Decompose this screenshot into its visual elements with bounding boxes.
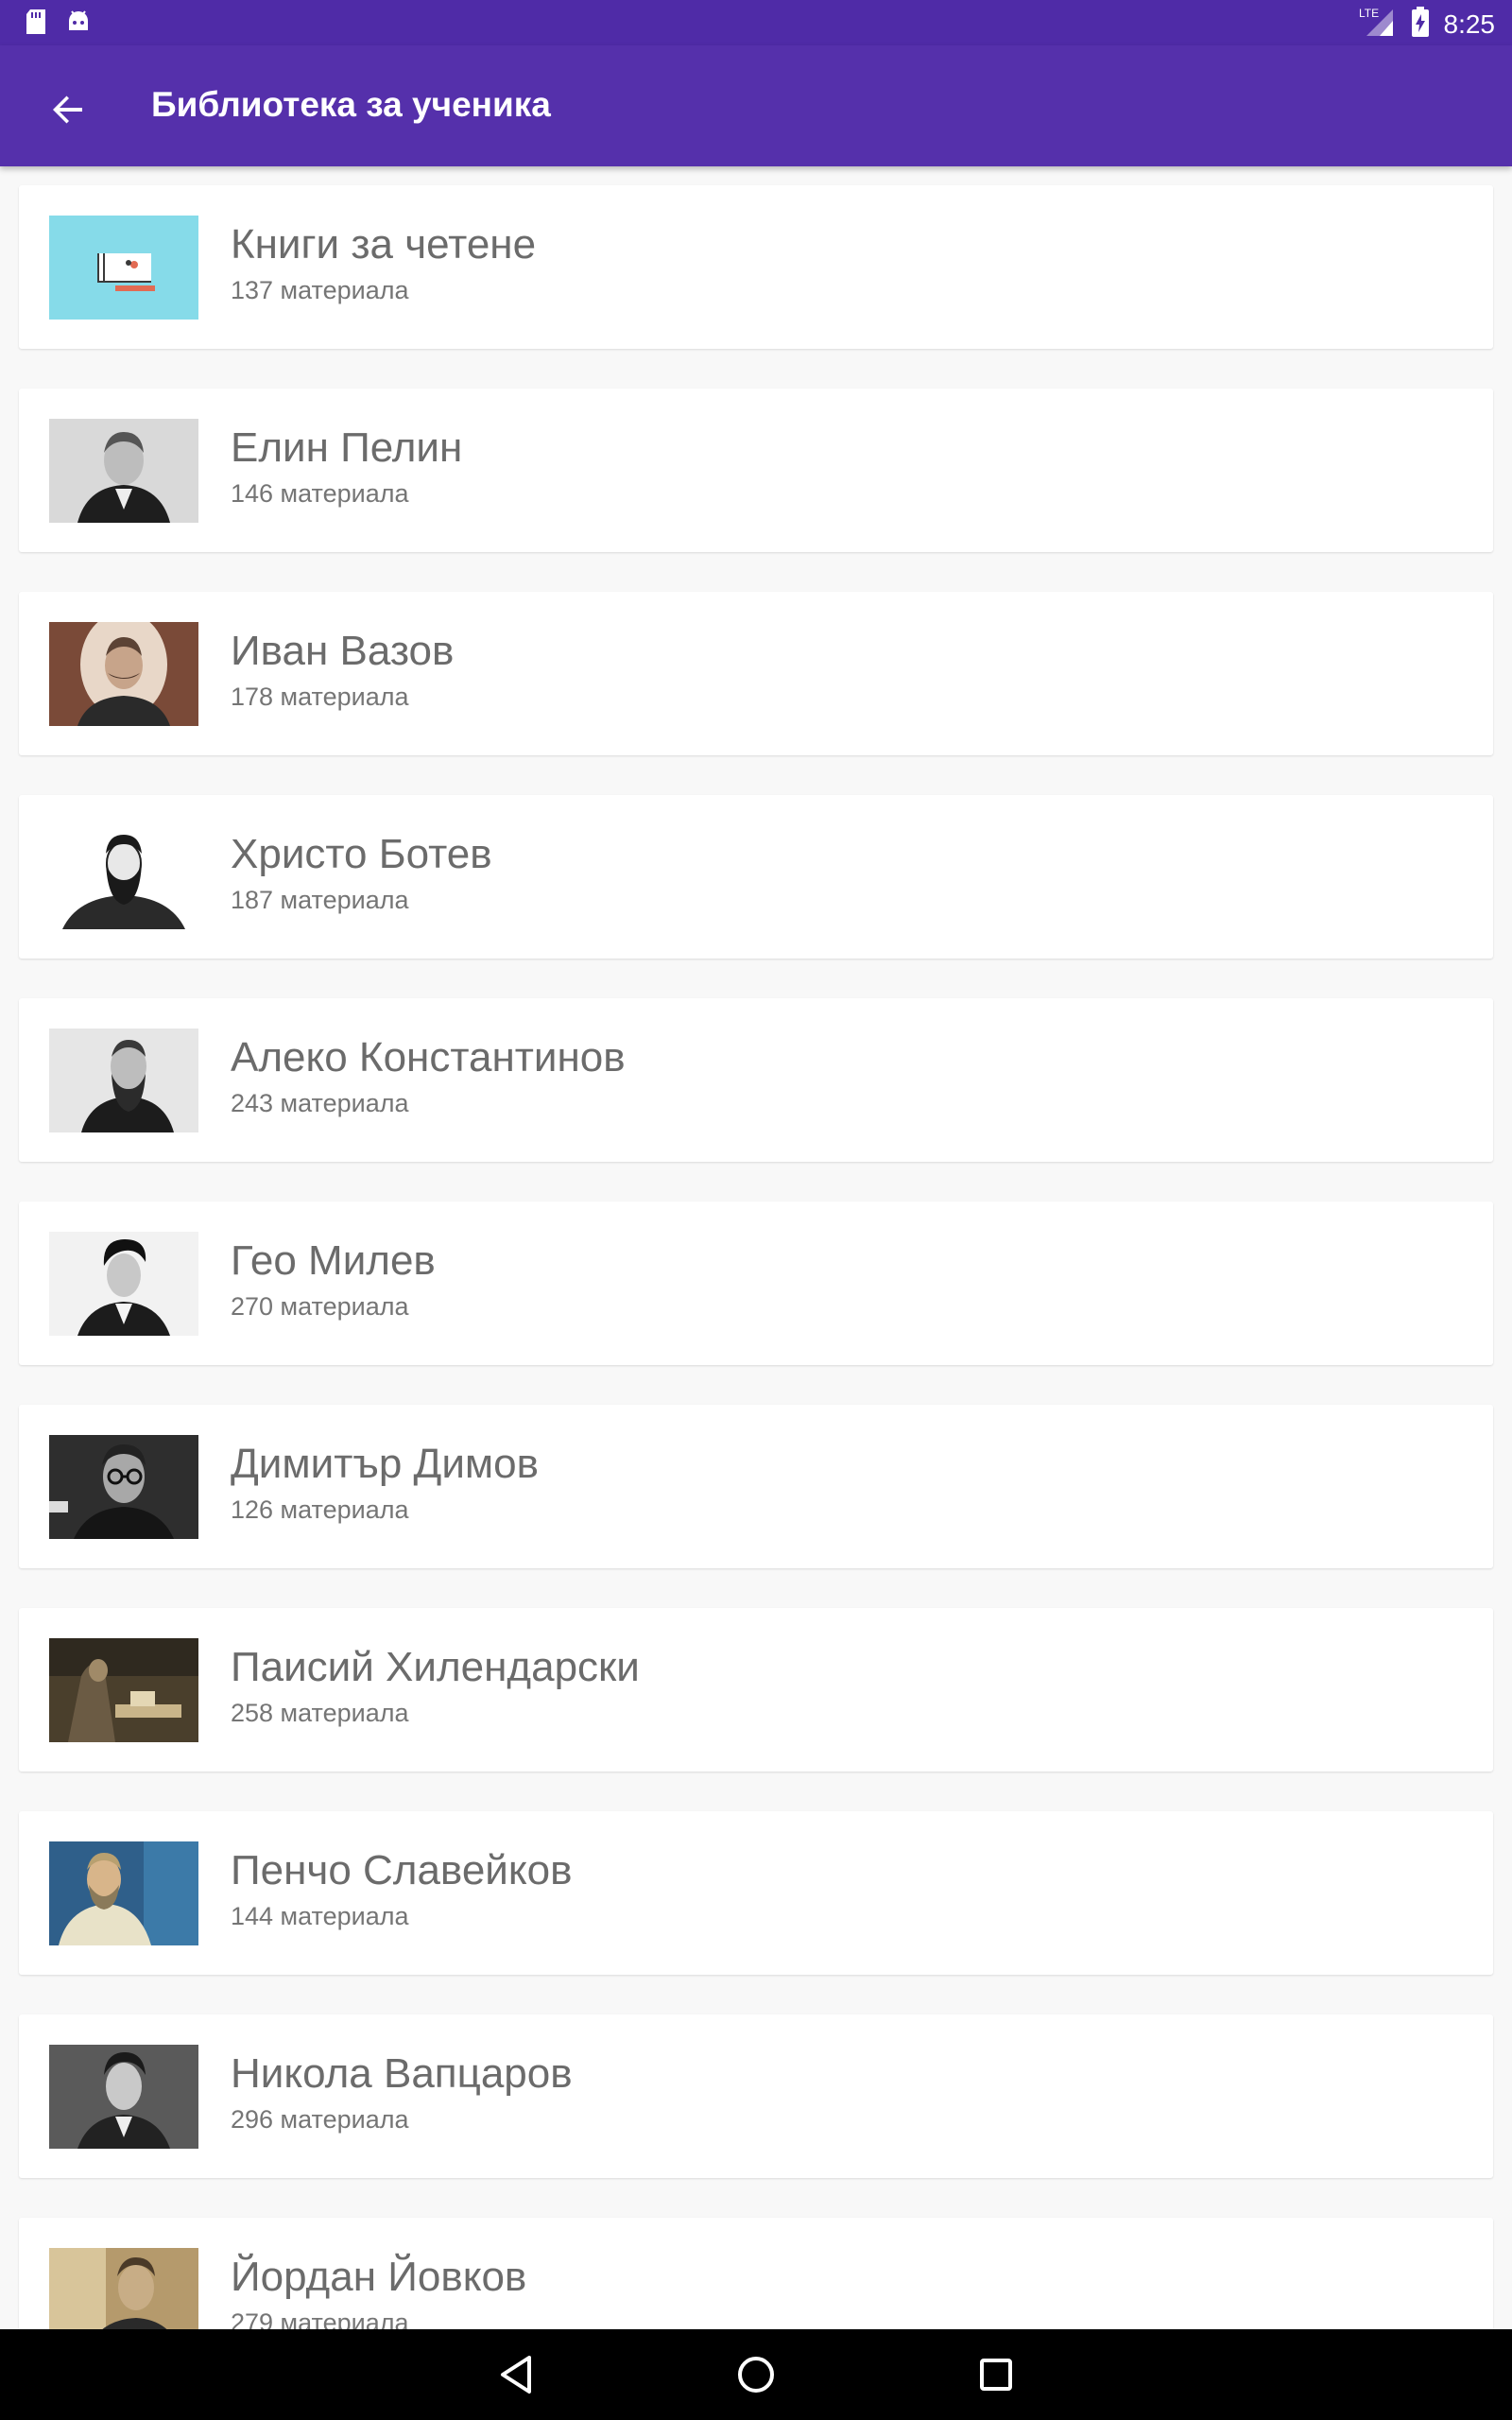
books-icon <box>49 216 198 320</box>
signal-icon: LTE <box>1359 6 1397 43</box>
list-item[interactable]: Пенчо Славейков 144 материала <box>19 1811 1493 1975</box>
item-count: 178 материала <box>231 683 409 711</box>
back-button[interactable] <box>38 81 98 142</box>
status-bar: LTE 8:25 <box>0 0 1512 45</box>
app-bar: Библиотека за ученика <box>0 45 1512 166</box>
status-time: 8:25 <box>1443 9 1496 39</box>
list-item[interactable]: Христо Ботев 187 материала <box>19 795 1493 959</box>
nav-recents-button[interactable] <box>970 2350 1022 2403</box>
item-title: Димитър Димов <box>231 1441 540 1487</box>
list-item[interactable]: Паисий Хилендарски 258 материала <box>19 1608 1493 1772</box>
item-title: Елин Пелин <box>231 424 463 471</box>
page-title: Библиотека за ученика <box>151 85 551 124</box>
recents-square-icon <box>977 2356 1015 2398</box>
nav-home-button[interactable] <box>730 2350 782 2403</box>
item-count: 296 материала <box>231 2105 409 2134</box>
author-portrait <box>49 622 198 726</box>
item-count: 144 материала <box>231 1902 409 1930</box>
library-list: Книги за четене 137 материала Елин Пелин… <box>19 185 1493 2420</box>
item-title: Христо Ботев <box>231 831 492 877</box>
sd-card-icon <box>25 8 47 41</box>
item-count: 243 материала <box>231 1089 409 1117</box>
list-item[interactable]: Никола Вапцаров 296 материала <box>19 2014 1493 2178</box>
item-title: Пенчо Славейков <box>231 1847 573 1893</box>
arrow-back-icon <box>52 94 84 130</box>
item-title: Иван Вазов <box>231 628 455 674</box>
list-item[interactable]: Гео Милев 270 материала <box>19 1201 1493 1365</box>
item-count: 126 материала <box>231 1495 409 1524</box>
item-title: Паисий Хилендарски <box>231 1644 640 1690</box>
item-title: Никола Вапцаров <box>231 2050 573 2097</box>
author-portrait <box>49 1435 198 1539</box>
item-title: Алеко Константинов <box>231 1034 626 1080</box>
item-count: 187 материала <box>231 886 409 914</box>
item-count: 146 материала <box>231 479 409 508</box>
list-item[interactable]: Иван Вазов 178 материала <box>19 592 1493 755</box>
item-title: Йордан Йовков <box>231 2254 527 2300</box>
author-portrait <box>49 1028 198 1132</box>
nav-back-button[interactable] <box>490 2350 542 2403</box>
item-count: 270 материала <box>231 1292 409 1321</box>
item-count: 137 материала <box>231 276 409 304</box>
item-title: Книги за четене <box>231 221 537 268</box>
author-portrait <box>49 1232 198 1336</box>
author-painting <box>49 1841 198 1945</box>
item-count: 258 материала <box>231 1699 409 1727</box>
navigation-bar <box>0 2329 1512 2420</box>
network-type-label: LTE <box>1359 7 1379 20</box>
battery-charging-icon <box>1410 6 1431 43</box>
home-circle-icon <box>735 2354 777 2400</box>
list-item[interactable]: Елин Пелин 146 материала <box>19 389 1493 552</box>
author-portrait <box>49 419 198 523</box>
list-item[interactable]: Алеко Константинов 243 материала <box>19 998 1493 1162</box>
item-title: Гео Милев <box>231 1237 436 1284</box>
author-portrait <box>49 825 198 929</box>
back-triangle-icon <box>497 2354 535 2400</box>
list-item[interactable]: Книги за четене 137 материала <box>19 185 1493 349</box>
author-painting <box>49 1638 198 1742</box>
list-item[interactable]: Димитър Димов 126 материала <box>19 1405 1493 1568</box>
android-icon <box>66 8 91 41</box>
author-portrait <box>49 2045 198 2149</box>
